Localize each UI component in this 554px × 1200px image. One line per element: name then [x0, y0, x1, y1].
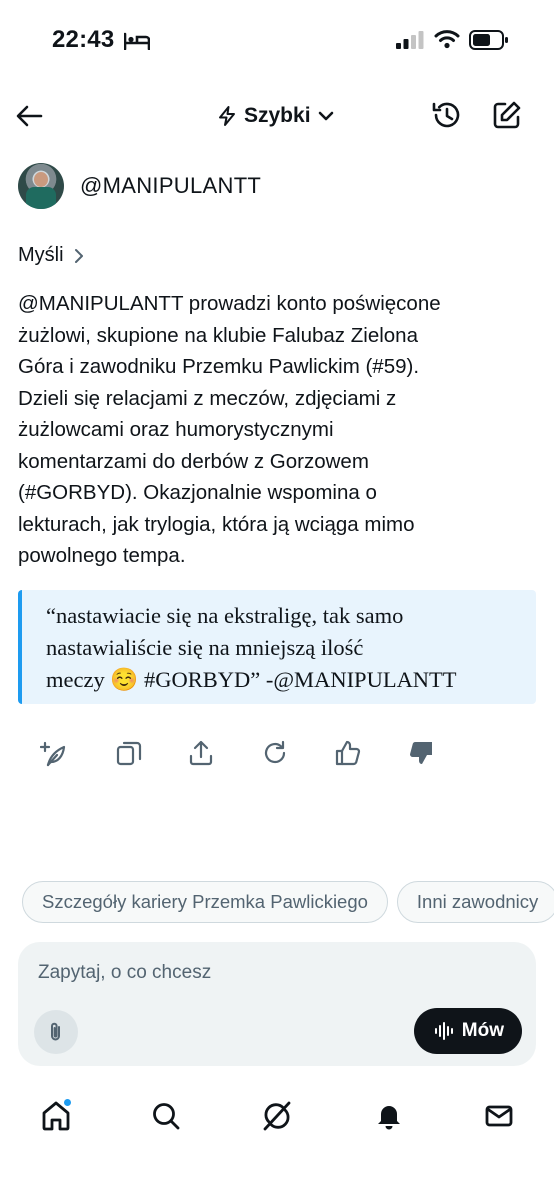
like-button[interactable]: [331, 736, 365, 770]
refresh-icon: [264, 740, 286, 764]
paperclip-icon: [51, 1022, 60, 1041]
chevron-right-icon: [74, 248, 83, 263]
response-line: (#GORBYD). Okazjonalnie wspomina o: [18, 481, 377, 504]
arrow-left-icon: [16, 105, 43, 127]
history-button[interactable]: [430, 98, 464, 132]
suggestion-chips: Szczegóły kariery Przemka Pawlickiego Inn…: [22, 881, 554, 923]
battery-icon: [469, 30, 509, 55]
thoughts-label: Myśli: [18, 244, 64, 266]
quote-line: “nastawiacie się na ekstraligę, tak samo: [46, 603, 404, 628]
response-text: @MANIPULANTT prowadzi konto poświęcone ż…: [18, 288, 538, 572]
profile-row[interactable]: @MANIPULANTT: [18, 162, 261, 210]
thoughts-toggle[interactable]: Myśli: [18, 244, 86, 267]
quote-block: “nastawiacie się na ekstraligę, tak samo…: [18, 590, 536, 704]
response-line: @MANIPULANTT prowadzi konto poświęcone: [18, 292, 441, 315]
cellular-signal-icon: [396, 31, 426, 54]
wifi-icon: [434, 29, 460, 54]
mode-selector[interactable]: Szybki: [216, 100, 335, 132]
share-button[interactable]: [184, 736, 218, 770]
quote-line: meczy ☺️ #GORBYD” -@MANIPULANTT: [46, 667, 457, 692]
bell-icon: [378, 1106, 400, 1130]
mode-label: Szybki: [244, 104, 311, 127]
voice-waveform-icon: [434, 1022, 453, 1040]
nav-home[interactable]: [36, 1096, 76, 1136]
bottom-navigation: [0, 1092, 554, 1142]
top-header: Szybki: [0, 88, 554, 144]
response-line: powolnego tempa.: [18, 544, 186, 567]
notification-dot: [63, 1098, 72, 1107]
response-line: Dzieli się relacjami z meczów, zdjęciami…: [18, 386, 397, 410]
regenerate-button[interactable]: [258, 736, 292, 770]
dislike-button[interactable]: [404, 736, 438, 770]
feather-plus-icon: [40, 741, 66, 767]
quote-line: nastawialiście się na mniejszą ilość: [46, 635, 364, 660]
avatar[interactable]: [18, 163, 64, 209]
copy-icon: [116, 741, 142, 766]
status-bar: 22:43: [0, 0, 554, 80]
nav-grok[interactable]: [257, 1096, 297, 1136]
thumbs-up-icon: [335, 740, 361, 766]
search-icon: [153, 1103, 180, 1130]
mail-icon: [485, 1105, 513, 1127]
composer: Mów: [18, 942, 536, 1066]
share-icon: [189, 740, 213, 766]
regenerate-new-button[interactable]: [38, 736, 72, 770]
nav-notifications[interactable]: [369, 1096, 409, 1136]
suggestion-chip[interactable]: Inni zawodnicy: [396, 881, 554, 923]
back-button[interactable]: [14, 100, 46, 132]
grok-icon: [263, 1101, 291, 1131]
response-line: Góra i zawodniku Przemku Pawlickim (#59)…: [18, 355, 420, 378]
lightning-icon: [219, 106, 235, 126]
suggestion-chip[interactable]: Szczegóły kariery Przemka Pawlickiego: [22, 881, 388, 923]
copy-button[interactable]: [112, 736, 146, 770]
response-line: żużlowcami oraz humorystycznymi: [18, 418, 334, 441]
nav-messages[interactable]: [479, 1096, 519, 1136]
sleep-focus-icon: [123, 32, 151, 55]
nav-search[interactable]: [146, 1096, 186, 1136]
attach-button[interactable]: [34, 1010, 78, 1054]
voice-button-label: Mów: [461, 1020, 504, 1041]
new-chat-button[interactable]: [490, 98, 524, 132]
profile-handle[interactable]: @MANIPULANTT: [80, 173, 261, 199]
response-line: lekturach, jak trylogia, która ją wciąga…: [18, 512, 415, 536]
status-time: 22:43: [52, 26, 115, 53]
voice-button[interactable]: Mów: [413, 1008, 522, 1054]
response-line: komentarzami do derbów z Gorzowem: [18, 449, 369, 473]
history-icon: [432, 102, 460, 128]
ask-input[interactable]: [38, 962, 508, 984]
thumbs-down-icon: [410, 742, 432, 764]
response-line: żużlowi, skupione na klubie Falubaz Ziel…: [18, 323, 418, 347]
chevron-down-icon: [318, 111, 333, 121]
compose-icon: [493, 101, 521, 129]
